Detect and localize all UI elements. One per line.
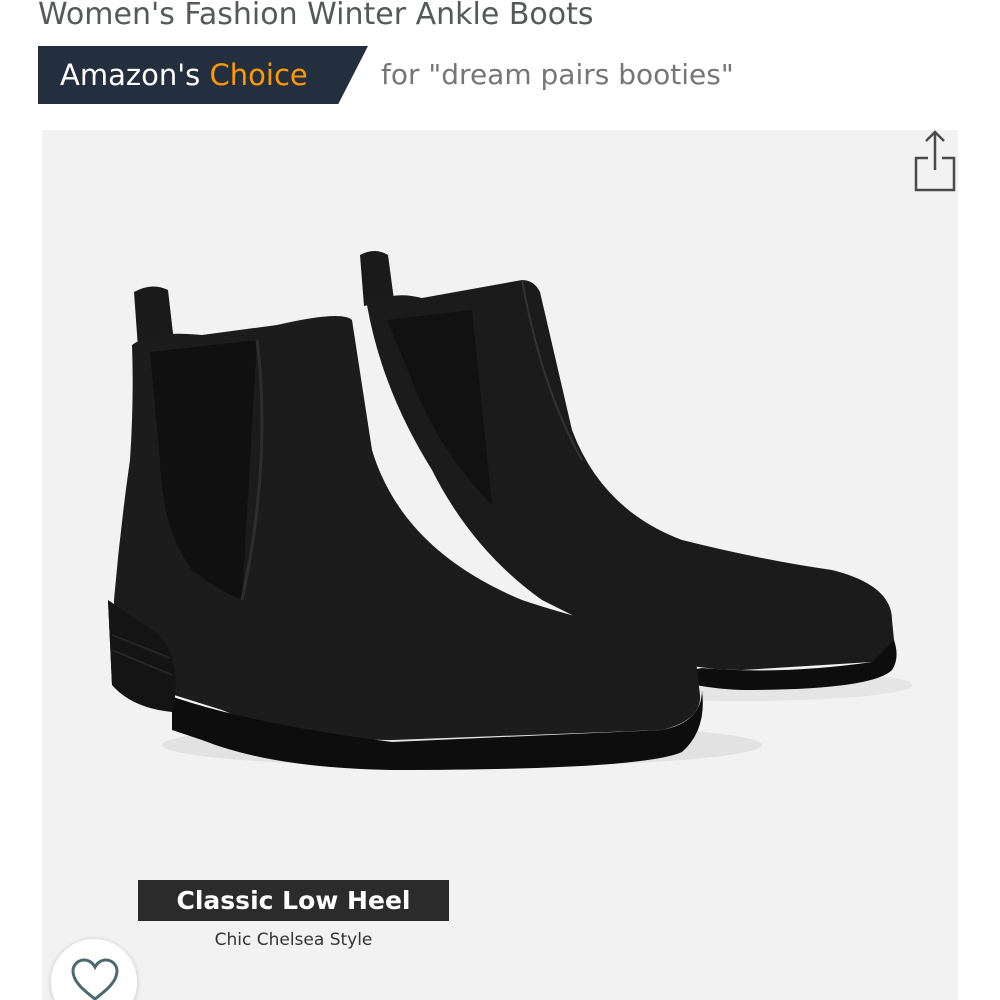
product-image-boots [108,251,912,770]
image-caption-subtitle: Chic Chelsea Style [214,930,373,950]
badge-highlight: Choice [209,58,308,92]
heart-icon [71,958,119,1000]
choice-query-link[interactable]: for "dream pairs booties" [381,46,734,104]
image-caption-title: Classic Low Heel [138,880,449,921]
amazons-choice-badge: Amazon's Choice [38,46,368,104]
share-button[interactable] [912,130,958,194]
amazons-choice-row: Amazon's Choice for "dream pairs booties… [38,46,978,104]
badge-prefix: Amazon's [60,58,201,92]
product-image-panel[interactable]: Classic Low Heel Chic Chelsea Style [42,130,958,1000]
product-title: Women's Fashion Winter Ankle Boots [38,0,594,32]
share-icon [914,130,956,192]
